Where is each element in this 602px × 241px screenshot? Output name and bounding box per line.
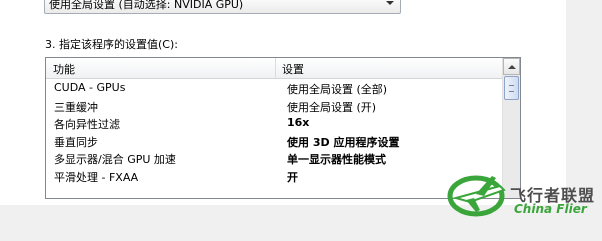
watermark-en-text: China Flier bbox=[514, 202, 587, 216]
feature-name: 垂直同步 bbox=[54, 135, 98, 149]
column-divider[interactable] bbox=[275, 58, 276, 78]
scroll-up-arrow-icon[interactable] bbox=[503, 58, 520, 75]
column-header-feature[interactable]: 功能 bbox=[53, 61, 75, 77]
setting-value[interactable]: 使用全局设置 (开) bbox=[287, 99, 376, 115]
plane-logo-icon bbox=[447, 175, 506, 217]
list-row[interactable]: 平滑处理 - FXAA 开 bbox=[46, 167, 504, 185]
chevron-down-icon[interactable] bbox=[386, 1, 394, 5]
list-row[interactable]: CUDA - GPUs 使用全局设置 (全部) bbox=[46, 79, 504, 97]
feature-name: 各向异性过滤 bbox=[54, 118, 120, 131]
feature-name: CUDA - GPUs bbox=[54, 81, 126, 94]
section-label: 3. 指定该程序的设置值(C): bbox=[45, 38, 178, 51]
setting-value[interactable]: 使用 3D 应用程序设置 bbox=[287, 134, 399, 150]
dropdown-value: 使用全局设置 (自动选择: NVIDIA GPU) bbox=[49, 0, 244, 11]
setting-value[interactable]: 单一显示器性能模式 bbox=[287, 151, 386, 167]
scroll-thumb[interactable] bbox=[504, 76, 519, 100]
global-setting-dropdown[interactable]: 使用全局设置 (自动选择: NVIDIA GPU) bbox=[44, 0, 401, 14]
column-header-setting[interactable]: 设置 bbox=[282, 61, 304, 77]
list-rows: CUDA - GPUs 使用全局设置 (全部) 三重缓冲 使用全局设置 (开) 各向异性… bbox=[46, 79, 504, 184]
setting-value[interactable]: 开 bbox=[287, 169, 298, 185]
list-row[interactable]: 三重缓冲 使用全局设置 (开) bbox=[46, 97, 504, 115]
list-row[interactable]: 各向异性过滤 16x bbox=[46, 114, 504, 132]
feature-name: 多显示器/混合 GPU 加速 bbox=[54, 153, 176, 166]
feature-name: 平滑处理 - FXAA bbox=[54, 170, 139, 184]
china-flier-watermark: 飞行者联盟 China Flier bbox=[446, 168, 602, 218]
list-row[interactable]: 垂直同步 使用 3D 应用程序设置 bbox=[46, 132, 504, 150]
list-header: 功能 设置 bbox=[46, 58, 504, 79]
feature-name: 三重缓冲 bbox=[54, 100, 98, 114]
setting-value[interactable]: 使用全局设置 (全部) bbox=[287, 81, 387, 97]
setting-value[interactable]: 16x bbox=[287, 116, 309, 129]
list-row[interactable]: 多显示器/混合 GPU 加速 单一显示器性能模式 bbox=[46, 149, 504, 167]
